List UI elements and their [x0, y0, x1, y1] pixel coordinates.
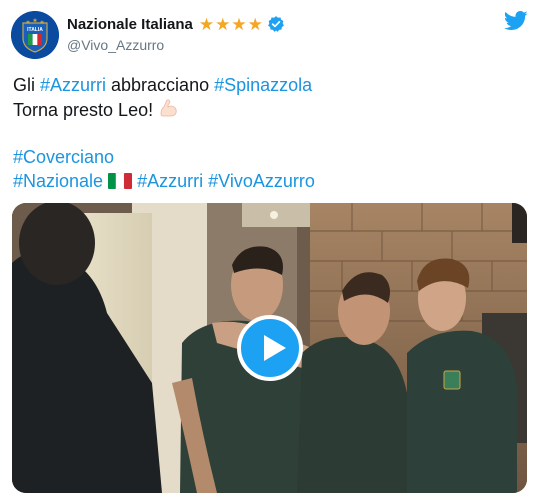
avatar-label: ITALIA	[27, 27, 43, 33]
play-icon	[264, 335, 286, 361]
hashtag-link[interactable]: #Azzurri	[137, 171, 203, 191]
avatar[interactable]: ITALIA	[11, 11, 59, 59]
play-button[interactable]	[237, 315, 303, 381]
hashtag-link[interactable]: #Spinazzola	[214, 75, 312, 95]
tweet-card[interactable]: ITALIA Nazionale Italiana ★ ★ ★ ★ @Vivo_…	[0, 0, 541, 499]
star-icon: ★	[231, 14, 247, 34]
hashtag-link[interactable]: #Nazionale	[13, 171, 103, 191]
tweet-text-segment: Torna presto Leo!	[13, 100, 159, 120]
flexed-biceps-icon	[160, 99, 177, 117]
tweet-text-segment: Gli	[13, 75, 40, 95]
tweet-line-4: #Nazionale #Azzurri #VivoAzzurro	[13, 169, 315, 193]
italy-flag-icon	[108, 172, 133, 190]
account-handle[interactable]: @Vivo_Azzurro	[67, 37, 285, 53]
star-icon: ★	[215, 14, 231, 34]
tweet-line-2: Torna presto Leo!	[13, 97, 315, 121]
tweet-header: ITALIA Nazionale Italiana ★ ★ ★ ★ @Vivo_…	[11, 9, 530, 59]
hashtag-link[interactable]: #Coverciano	[13, 147, 114, 167]
hashtag-link[interactable]: #VivoAzzurro	[208, 171, 315, 191]
star-icon: ★	[247, 14, 263, 34]
star-icon: ★	[198, 14, 215, 34]
figc-shield-icon: ITALIA	[11, 11, 59, 59]
verified-badge-icon	[268, 16, 284, 32]
account-names[interactable]: Nazionale Italiana ★ ★ ★ ★ @Vivo_Azzurro	[67, 13, 285, 53]
twitter-bird-icon[interactable]	[504, 11, 528, 31]
display-name[interactable]: Nazionale Italiana	[67, 16, 193, 33]
star-rating: ★ ★ ★ ★	[199, 16, 263, 33]
tweet-line-3: #Coverciano	[13, 145, 315, 169]
tweet-body: Gli #Azzurri abbracciano #Spinazzola Tor…	[13, 73, 315, 193]
tweet-line-1: Gli #Azzurri abbracciano #Spinazzola	[13, 73, 315, 97]
video-player[interactable]	[12, 203, 527, 493]
hashtag-link[interactable]: #Azzurri	[40, 75, 106, 95]
tweet-text-segment: abbracciano	[106, 75, 215, 95]
